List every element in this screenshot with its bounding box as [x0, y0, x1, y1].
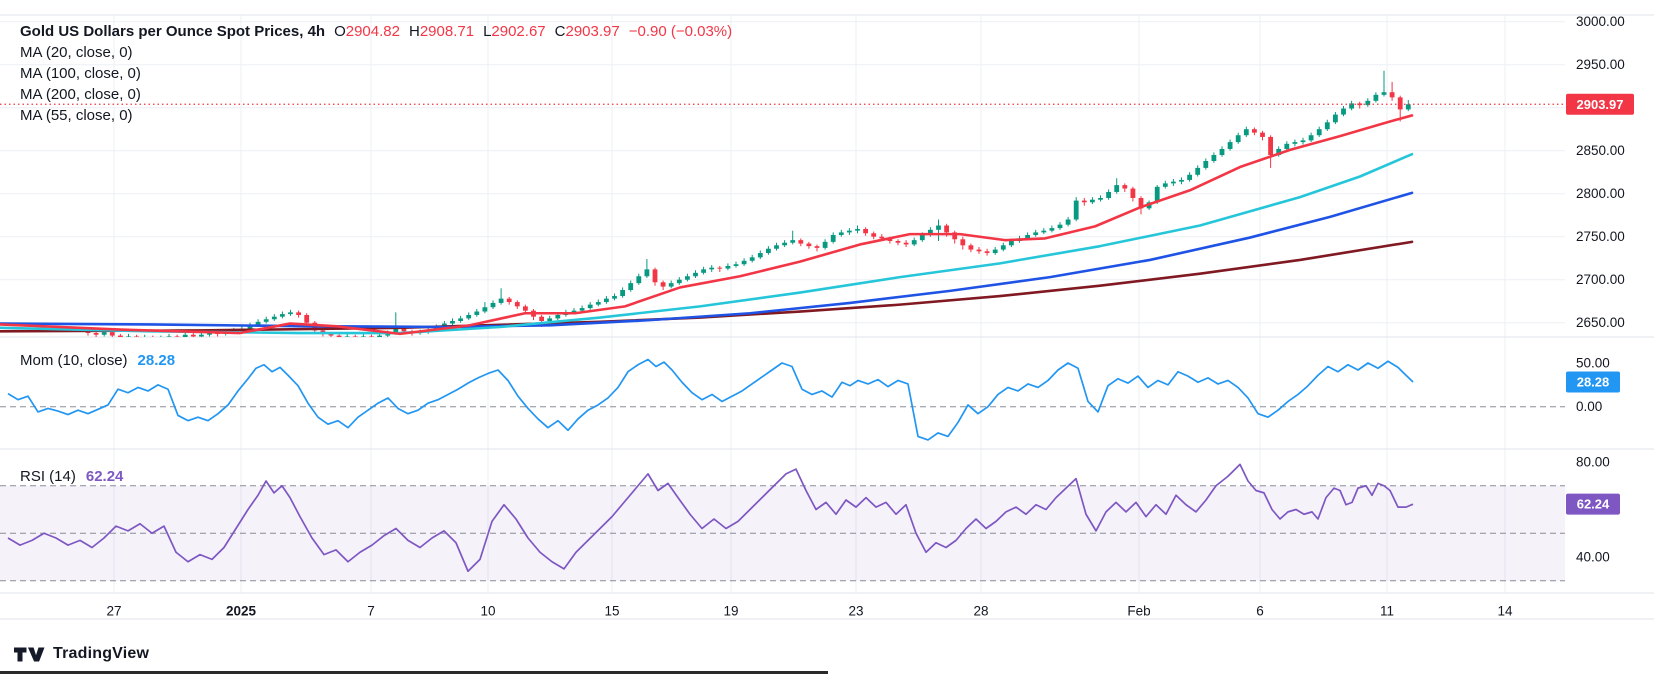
price-axis[interactable]	[1565, 15, 1654, 593]
main-legend[interactable]: Gold US Dollars per Ounce Spot Prices, 4…	[20, 21, 732, 42]
legend-ma-55-label: MA (55, close, 0)	[20, 107, 133, 124]
mom-legend[interactable]: Mom (10, close) 28.28	[20, 350, 175, 371]
close-label: C	[555, 23, 566, 40]
tradingview-attribution[interactable]: TradingView	[14, 645, 149, 663]
open-value: 2904.82	[346, 23, 400, 40]
legend-ma-100[interactable]: MA (100, close, 0)	[20, 63, 141, 84]
open-label: O	[334, 23, 346, 40]
close-value: 2903.97	[565, 23, 619, 40]
trading-chart-window: 3000.002950.002850.002800.002750.002700.…	[0, 0, 1654, 674]
legend-ma-55[interactable]: MA (55, close, 0)	[20, 105, 133, 126]
high-value: 2908.71	[420, 23, 474, 40]
legend-ma-20-label: MA (20, close, 0)	[20, 44, 133, 61]
mom-value: 28.28	[138, 352, 176, 369]
rsi-legend[interactable]: RSI (14) 62.24	[20, 466, 123, 487]
tradingview-logo-icon	[14, 646, 45, 663]
legend-ma-100-label: MA (100, close, 0)	[20, 65, 141, 82]
low-value: 2902.67	[491, 23, 545, 40]
tradingview-brand-text: TradingView	[53, 645, 149, 663]
symbol-title: Gold US Dollars per Ounce Spot Prices, 4…	[20, 23, 325, 40]
mom-label: Mom (10, close)	[20, 352, 128, 369]
chart-canvas[interactable]: 3000.002950.002850.002800.002750.002700.…	[0, 0, 1654, 674]
legend-ma-200[interactable]: MA (200, close, 0)	[20, 84, 141, 105]
legend-ma-200-label: MA (200, close, 0)	[20, 86, 141, 103]
high-label: H	[409, 23, 420, 40]
change-value: −0.90 (−0.03%)	[629, 23, 732, 40]
rsi-value: 62.24	[86, 468, 124, 485]
legend-ma-20[interactable]: MA (20, close, 0)	[20, 42, 133, 63]
rsi-label: RSI (14)	[20, 468, 76, 485]
time-axis[interactable]	[0, 593, 1565, 619]
